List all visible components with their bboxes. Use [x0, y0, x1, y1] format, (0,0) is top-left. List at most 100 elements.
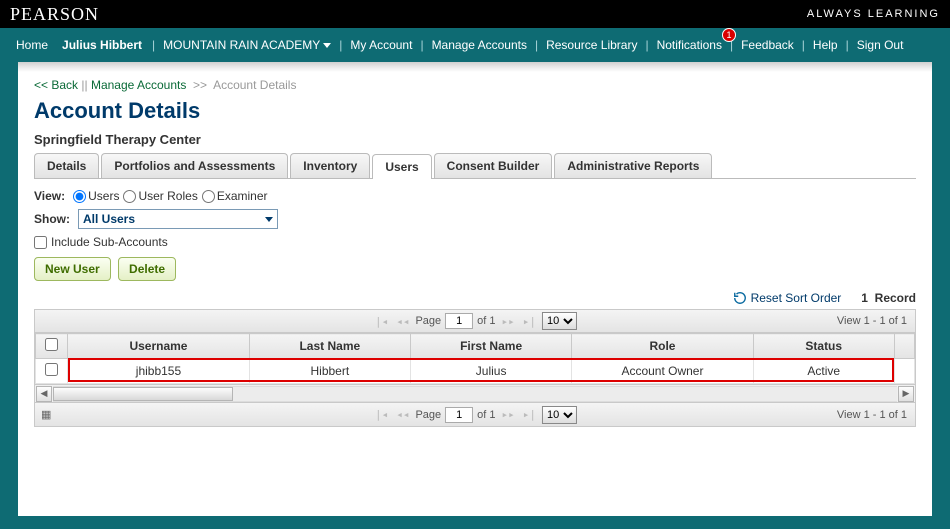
nav-current-user: Julius Hibbert	[54, 38, 150, 52]
pager-page-input[interactable]	[445, 407, 473, 423]
nav-home[interactable]: Home	[10, 38, 54, 52]
col-last-name[interactable]: Last Name	[249, 334, 410, 359]
include-sub-row: Include Sub-Accounts	[34, 235, 916, 249]
breadcrumb: << Back || Manage Accounts >> Account De…	[34, 78, 916, 92]
nav-sign-out[interactable]: Sign Out	[851, 38, 910, 52]
tab-details[interactable]: Details	[34, 153, 99, 178]
view-option-examiner: Examiner	[217, 189, 268, 203]
nav-notifications[interactable]: Notifications	[651, 38, 728, 52]
new-user-button[interactable]: New User	[34, 257, 111, 281]
record-count-number: 1	[861, 291, 868, 305]
table-row[interactable]: jhibb155 Hibbert Julius Account Owner Ac…	[36, 359, 915, 384]
nav-divider: |	[800, 38, 807, 52]
view-option-users: Users	[88, 189, 119, 203]
tab-inventory[interactable]: Inventory	[290, 153, 370, 178]
crumb-current: Account Details	[213, 78, 296, 92]
col-status[interactable]: Status	[753, 334, 894, 359]
view-label: View:	[34, 189, 65, 203]
pager-last-icon[interactable]: ▸|	[521, 315, 538, 328]
nav-divider: |	[418, 38, 425, 52]
pager-view-range: View 1 - 1 of 1	[837, 409, 915, 421]
pager-prev-icon[interactable]: ◂◂	[394, 408, 411, 421]
pager-of-label: of 1	[477, 409, 495, 421]
pager-prev-icon[interactable]: ◂◂	[394, 315, 411, 328]
row-checkbox[interactable]	[45, 363, 58, 376]
action-buttons: New User Delete	[34, 257, 916, 281]
users-grid: |◂ ◂◂ Page of 1 ▸▸ ▸| 10 View 1 - 1 of 1	[34, 309, 916, 427]
nav-feedback[interactable]: Feedback	[735, 38, 800, 52]
view-radio-user-roles[interactable]	[123, 190, 136, 203]
page-title: Account Details	[34, 98, 916, 124]
scroll-right-icon[interactable]: ▶	[898, 386, 914, 402]
show-dropdown-value: All Users	[83, 212, 135, 226]
pager-first-icon[interactable]: |◂	[373, 408, 390, 421]
top-nav: Home Julius Hibbert | MOUNTAIN RAIN ACAD…	[0, 28, 950, 62]
grid-options-icon[interactable]: ▦	[35, 408, 51, 421]
tab-consent-builder[interactable]: Consent Builder	[434, 153, 553, 178]
crumb-sep: >>	[190, 78, 213, 92]
scroll-left-icon[interactable]: ◀	[36, 386, 52, 402]
record-count: 1 Record	[861, 291, 916, 305]
pager-page-label: Page	[415, 315, 441, 327]
tab-users[interactable]: Users	[372, 154, 431, 179]
nav-manage-accounts[interactable]: Manage Accounts	[426, 38, 533, 52]
select-all-checkbox[interactable]	[45, 338, 58, 351]
nav-divider: |	[533, 38, 540, 52]
pager-bottom: ▦ |◂ ◂◂ Page of 1 ▸▸ ▸| 10 View 1 - 1 of…	[34, 403, 916, 427]
chevron-down-icon	[265, 217, 273, 222]
col-role[interactable]: Role	[572, 334, 753, 359]
grid-meta-row: Reset Sort Order 1 Record	[34, 291, 916, 305]
horizontal-scrollbar[interactable]: ◀ ▶	[34, 385, 916, 403]
account-name: Springfield Therapy Center	[34, 132, 916, 147]
view-option-user-roles: User Roles	[138, 189, 197, 203]
chevron-down-icon	[323, 43, 331, 48]
brand-bar: PEARSON ALWAYS LEARNING	[0, 0, 950, 28]
brand-logo: PEARSON	[10, 4, 99, 25]
tabs: Details Portfolios and Assessments Inven…	[34, 153, 916, 179]
pager-of-label: of 1	[477, 315, 495, 327]
view-radio-examiner[interactable]	[202, 190, 215, 203]
pager-pagesize-select[interactable]: 10	[542, 406, 577, 424]
include-sub-checkbox[interactable]	[34, 236, 47, 249]
pager-last-icon[interactable]: ▸|	[521, 408, 538, 421]
table-header-row: Username Last Name First Name Role Statu…	[36, 334, 915, 359]
pager-next-icon[interactable]: ▸▸	[500, 408, 517, 421]
tab-admin-reports[interactable]: Administrative Reports	[554, 153, 712, 178]
main-panel: << Back || Manage Accounts >> Account De…	[18, 62, 932, 516]
delete-button[interactable]: Delete	[118, 257, 176, 281]
pager-pagesize-select[interactable]: 10	[542, 312, 577, 330]
nav-my-account[interactable]: My Account	[344, 38, 418, 52]
show-dropdown[interactable]: All Users	[78, 209, 278, 229]
view-filter-row: View: Users User Roles Examiner	[34, 189, 916, 203]
show-label: Show:	[34, 212, 70, 226]
crumb-manage-accounts[interactable]: Manage Accounts	[91, 78, 186, 92]
include-sub-label: Include Sub-Accounts	[51, 235, 168, 249]
notification-badge: 1	[722, 28, 736, 42]
nav-org-label: MOUNTAIN RAIN ACADEMY	[163, 38, 320, 52]
nav-resource-library[interactable]: Resource Library	[540, 38, 643, 52]
reset-sort-label: Reset Sort Order	[751, 291, 842, 305]
pager-view-range: View 1 - 1 of 1	[837, 315, 915, 327]
refresh-icon	[733, 291, 747, 305]
nav-org-dropdown[interactable]: MOUNTAIN RAIN ACADEMY	[157, 38, 337, 52]
tab-portfolios[interactable]: Portfolios and Assessments	[101, 153, 288, 178]
col-username[interactable]: Username	[68, 334, 249, 359]
scroll-thumb[interactable]	[53, 387, 233, 401]
cell-status: Active	[753, 359, 894, 384]
nav-divider: |	[150, 38, 157, 52]
pager-first-icon[interactable]: |◂	[373, 315, 390, 328]
reset-sort-order[interactable]: Reset Sort Order	[733, 291, 842, 305]
pager-top: |◂ ◂◂ Page of 1 ▸▸ ▸| 10 View 1 - 1 of 1	[34, 309, 916, 333]
col-first-name[interactable]: First Name	[410, 334, 571, 359]
pager-next-icon[interactable]: ▸▸	[500, 315, 517, 328]
cell-role: Account Owner	[572, 359, 753, 384]
cell-last-name: Hibbert	[249, 359, 410, 384]
nav-divider: |	[337, 38, 344, 52]
nav-help[interactable]: Help	[807, 38, 844, 52]
view-radio-users[interactable]	[73, 190, 86, 203]
pager-page-input[interactable]	[445, 313, 473, 329]
cell-username: jhibb155	[68, 359, 249, 384]
crumb-back[interactable]: << Back	[34, 78, 78, 92]
scroll-track[interactable]	[53, 386, 897, 402]
nav-divider: |	[844, 38, 851, 52]
